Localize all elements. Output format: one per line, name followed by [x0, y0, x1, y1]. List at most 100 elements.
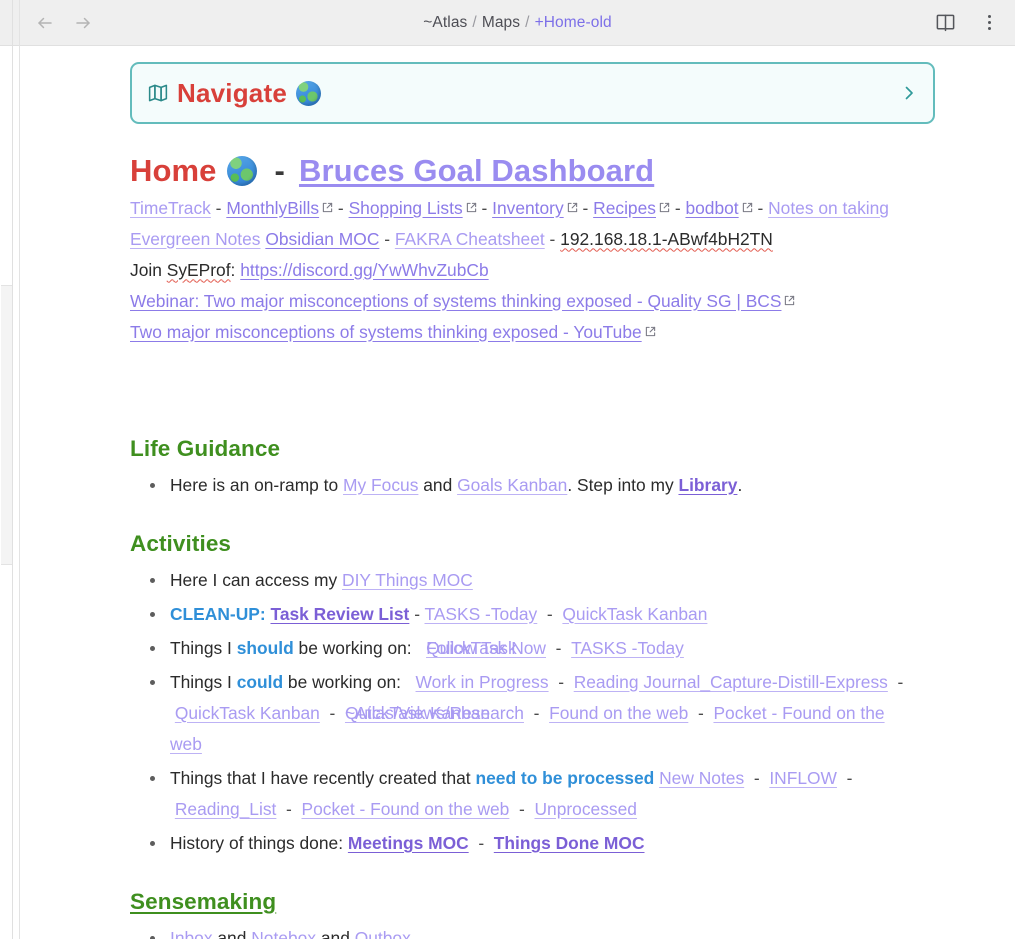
external-link-icon-recipes — [659, 202, 670, 213]
list-item: Inbox and Notebox and Outbox — [150, 923, 918, 939]
link-webinar-quality-sg[interactable]: Webinar: Two major misconceptions of sys… — [130, 291, 781, 311]
tab-bar: ~Atlas / Maps / +Home-old — [20, 0, 1015, 46]
breadcrumb-note[interactable]: +Home-old — [535, 14, 612, 31]
link-follow-task[interactable]: Follow Task — [426, 633, 517, 664]
link-quicktask-kanban-3[interactable]: QuickTask Kanban — [345, 698, 490, 729]
breadcrumb-root[interactable]: ~Atlas — [423, 14, 467, 31]
link-things-done-moc[interactable]: Things Done MOC — [494, 833, 645, 853]
link-outbox[interactable]: Outbox — [355, 928, 411, 939]
link-monthlybills[interactable]: MonthlyBills — [226, 198, 319, 218]
link-inventory[interactable]: Inventory — [492, 198, 564, 218]
list-item: Things that I have recently created that… — [150, 763, 918, 825]
act-b3-mid: be working on: — [293, 637, 412, 658]
link-found-on-the-web-1[interactable]: Found on the web — [549, 703, 688, 723]
link-recipes[interactable]: Recipes — [593, 198, 656, 218]
act-b3-prefix: Things I — [170, 637, 237, 658]
link-reading-list[interactable]: Reading_List — [175, 799, 277, 819]
breadcrumb: ~Atlas / Maps / +Home-old — [20, 14, 1015, 32]
navigate-callout[interactable]: Navigate — [130, 62, 935, 124]
left-rail-scroll-thumb[interactable] — [1, 285, 12, 565]
link-quicktask-kanban-2[interactable]: QuickTask Kanban — [175, 703, 320, 723]
link-meetings-moc[interactable]: Meetings MOC — [348, 833, 469, 853]
link-shopping-lists[interactable]: Shopping Lists — [349, 198, 463, 218]
link-discord-url[interactable]: https://discord.gg/YwWhvZubCb — [240, 260, 488, 280]
back-button[interactable] — [34, 12, 56, 34]
page-title-home: Home — [130, 153, 217, 188]
link-notebox[interactable]: Notebox — [251, 928, 316, 939]
act-b1-prefix: Here I can access my — [170, 569, 343, 590]
list-item: CLEAN-UP: Task Review List - TASKS -Toda… — [150, 599, 918, 630]
link-obsidian-moc[interactable]: Obsidian MOC — [265, 229, 379, 249]
title-dash: - — [274, 153, 285, 188]
lg-and: and — [418, 474, 458, 495]
external-link-icon-youtube — [645, 326, 656, 337]
vertical-dots-icon[interactable] — [977, 11, 1001, 35]
pane-gutter — [13, 0, 20, 939]
list-item: Things I could be working on: Work in Pr… — [150, 667, 918, 760]
open-book-icon[interactable] — [933, 11, 957, 35]
globe-emoji-icon-title — [226, 156, 257, 187]
link-unprocessed[interactable]: Unprocessed — [534, 799, 636, 819]
link-bodbot[interactable]: bodbot — [685, 198, 738, 218]
link-work-in-progress[interactable]: Work in Progress — [416, 672, 549, 692]
note-content: Navigate Home - Bruces Goal Dashboard Ti… — [20, 46, 1015, 939]
sensemaking-list: Inbox and Notebox and Outbox Ideas to De… — [130, 923, 935, 939]
discord-paragraph: Join SyEProf: https://discord.gg/YwWhvZu… — [130, 255, 920, 286]
act-b4-prefix: Things I — [170, 671, 237, 692]
navigation-buttons — [34, 12, 94, 34]
pane-gutter-header — [13, 0, 19, 46]
act-b3-keyword: should — [236, 637, 294, 658]
link-tasks-today-2[interactable]: TASKS -Today — [571, 638, 684, 658]
overlapping-link-stack-1[interactable]: QuickTask Now Follow Task — [426, 633, 546, 664]
left-rail-header — [0, 0, 12, 46]
link-inbox[interactable]: Inbox — [170, 928, 213, 939]
lg-mid: . Step into my — [567, 474, 679, 495]
link-my-focus[interactable]: My Focus — [343, 475, 418, 495]
link-new-notes[interactable]: New Notes — [659, 768, 744, 788]
link-quicktask-kanban-1[interactable]: QuickTask Kanban — [562, 604, 707, 624]
heading-sensemaking[interactable]: Sensemaking — [130, 889, 935, 915]
external-link-icon-monthlybills — [322, 202, 333, 213]
callout-title-group: Navigate — [148, 78, 321, 109]
forward-button[interactable] — [72, 12, 94, 34]
breadcrumb-separator-2: / — [525, 13, 530, 31]
link-reading-journal[interactable]: Reading Journal_Capture-Distill-Express — [574, 672, 888, 692]
list-item: Things I should be working on: QuickTask… — [150, 633, 918, 664]
link-tasks-today-1[interactable]: TASKS -Today — [425, 604, 538, 624]
chevron-right-icon[interactable] — [901, 85, 917, 101]
callout-title: Navigate — [177, 77, 287, 108]
link-inflow[interactable]: INFLOW — [769, 768, 837, 788]
link-goals-kanban[interactable]: Goals Kanban — [457, 475, 567, 495]
act-b5-keyword: need to be processed — [475, 767, 655, 788]
page-title: Home - Bruces Goal Dashboard — [130, 153, 935, 189]
quicklinks-paragraph: TimeTrack - MonthlyBills - Shopping List… — [130, 197, 889, 249]
globe-emoji-icon — [295, 80, 321, 106]
external-link-icon-bodbot — [742, 202, 753, 213]
act-b4-mid: be working on: — [283, 671, 402, 692]
list-item: Here I can access my DIY Things MOC — [150, 565, 918, 596]
link-bruces-goal-dashboard[interactable]: Bruces Goal Dashboard — [299, 153, 654, 189]
overlapping-link-stack-2[interactable]: ~Atlas/Views/Research QuickTask Kanban — [345, 698, 524, 729]
main-pane: ~Atlas / Maps / +Home-old Navigate Home … — [20, 0, 1015, 939]
breadcrumb-folder[interactable]: Maps — [482, 14, 520, 31]
link-timetrack[interactable]: TimeTrack — [130, 198, 211, 218]
header-actions — [933, 11, 1001, 35]
link-youtube-video[interactable]: Two major misconceptions of systems thin… — [130, 322, 642, 342]
link-library[interactable]: Library — [678, 475, 737, 495]
link-diy-things-moc[interactable]: DIY Things MOC — [342, 570, 473, 590]
act-cleanup-label: CLEAN-UP: — [170, 603, 266, 624]
map-icon — [148, 83, 168, 103]
dots-glyph — [987, 15, 991, 30]
lg-prefix: Here is an on-ramp to — [170, 474, 344, 495]
link-fakra-cheatsheet[interactable]: FAKRA Cheatsheet — [395, 229, 545, 249]
link-pocket-found-on-the-web-2[interactable]: Pocket - Found on the web — [302, 799, 510, 819]
heading-activities: Activities — [130, 530, 232, 556]
obsidian-window: ~Atlas / Maps / +Home-old Navigate Home … — [0, 0, 1015, 939]
link-task-review-list[interactable]: Task Review List — [270, 604, 409, 624]
youtube-paragraph: Two major misconceptions of systems thin… — [130, 317, 920, 348]
webinar-paragraph: Webinar: Two major misconceptions of sys… — [130, 286, 920, 317]
lg-end: . — [737, 474, 743, 495]
act-b5-prefix: Things that I have recently created that — [170, 767, 476, 788]
external-link-icon-webinar — [784, 295, 795, 306]
discord-colon: : — [230, 259, 236, 280]
